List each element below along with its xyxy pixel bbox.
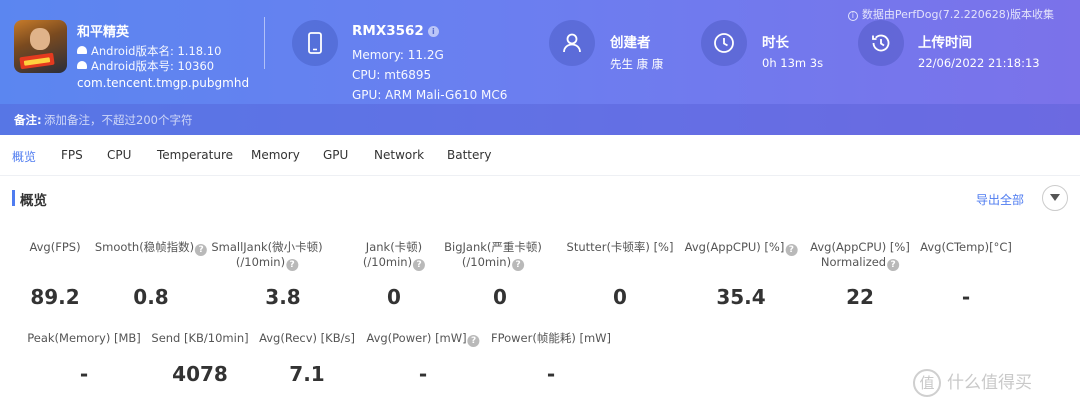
history-icon bbox=[858, 20, 904, 66]
metric-value: 0 bbox=[387, 285, 401, 309]
tab-network[interactable]: Network bbox=[374, 148, 424, 162]
metric-smooth: Smooth(稳帧指数)? bbox=[95, 240, 208, 256]
metric-value: 4078 bbox=[172, 362, 228, 386]
help-icon[interactable]: ? bbox=[512, 259, 525, 271]
help-icon[interactable]: ? bbox=[195, 244, 208, 256]
tab-bar: 概览 FPS CPU Temperature Memory GPU Networ… bbox=[0, 135, 1080, 176]
device-memory: Memory: 11.2G bbox=[352, 48, 444, 62]
metric-value: 7.1 bbox=[289, 362, 325, 386]
metric-value: 22 bbox=[846, 285, 874, 309]
metric-peak-memory: Peak(Memory) [MB] bbox=[27, 331, 141, 345]
app-logo bbox=[14, 20, 67, 73]
device-cpu: CPU: mt6895 bbox=[352, 68, 432, 82]
android-icon bbox=[77, 61, 87, 69]
help-icon[interactable]: ? bbox=[785, 244, 798, 256]
help-icon[interactable]: ? bbox=[887, 259, 900, 271]
metric-value: 0.8 bbox=[133, 285, 169, 309]
metric-avg-ctemp: Avg(CTemp)[°C] bbox=[920, 240, 1012, 254]
watermark-logo-icon: 值 bbox=[913, 369, 941, 397]
metric-value: - bbox=[546, 362, 556, 386]
app-version-code: Android版本号: 10360 bbox=[77, 58, 214, 74]
remark-input[interactable] bbox=[44, 111, 444, 129]
section-accent bbox=[12, 190, 15, 206]
metric-value: 3.8 bbox=[265, 285, 301, 309]
help-icon[interactable]: ? bbox=[413, 259, 426, 271]
tab-overview[interactable]: 概览 bbox=[12, 148, 36, 165]
device-gpu: GPU: ARM Mali-G610 MC6 bbox=[352, 88, 508, 102]
tab-memory[interactable]: Memory bbox=[251, 148, 300, 162]
help-icon[interactable]: ? bbox=[467, 335, 480, 347]
overview-title: 概览 bbox=[20, 193, 47, 209]
metric-avg-power: Avg(Power) [mW]? bbox=[366, 331, 480, 347]
tab-gpu[interactable]: GPU bbox=[323, 148, 348, 162]
device-info-icon[interactable]: i bbox=[427, 26, 439, 37]
duration-value: 0h 13m 3s bbox=[762, 56, 824, 70]
chevron-down-icon bbox=[1050, 194, 1060, 201]
metric-value: - bbox=[961, 285, 971, 309]
metric-value: 0 bbox=[493, 285, 507, 309]
header-divider bbox=[264, 17, 265, 69]
metric-avg-app-cpu-normalized: Avg(AppCPU) [%] Normalized? bbox=[810, 240, 910, 271]
tab-temperature[interactable]: Temperature bbox=[157, 148, 233, 162]
creator-value: 先生 康 康 bbox=[610, 57, 664, 71]
watermark: 值什么值得买 bbox=[913, 368, 1032, 397]
metric-fpower: FPower(帧能耗) [mW] bbox=[490, 331, 612, 345]
metric-avg-recv: Avg(Recv) [KB/s] bbox=[259, 331, 355, 345]
metric-value: 89.2 bbox=[30, 285, 80, 309]
metric-small-jank: SmallJank(微小卡顿) (/10min)? bbox=[211, 240, 323, 271]
export-all-link[interactable]: 导出全部 bbox=[976, 191, 1024, 208]
device-name: RMX3562 i bbox=[352, 23, 439, 39]
remark-label: 备注: bbox=[14, 113, 42, 127]
info-icon: i bbox=[847, 11, 858, 21]
app-package: com.tencent.tmgp.pubgmhd bbox=[77, 76, 250, 90]
phone-icon bbox=[292, 20, 338, 66]
metric-value: - bbox=[418, 362, 428, 386]
metric-stutter: Stutter(卡顿率) [%] bbox=[566, 240, 674, 254]
app-version-name: Android版本名: 1.18.10 bbox=[77, 43, 221, 59]
creator-label: 创建者 bbox=[610, 35, 651, 51]
duration-label: 时长 bbox=[762, 35, 789, 51]
help-icon[interactable]: ? bbox=[286, 259, 299, 271]
metric-avg-fps: Avg(FPS) bbox=[29, 240, 81, 254]
collapse-button[interactable] bbox=[1042, 185, 1068, 211]
clock-icon bbox=[701, 20, 747, 66]
upload-time-label: 上传时间 bbox=[918, 35, 972, 51]
metric-send: Send [KB/10min] bbox=[151, 331, 249, 345]
tab-cpu[interactable]: CPU bbox=[107, 148, 131, 162]
metric-value: 35.4 bbox=[716, 285, 766, 309]
metric-jank: Jank(卡顿) (/10min)? bbox=[363, 240, 426, 271]
metric-value: - bbox=[79, 362, 89, 386]
metric-avg-app-cpu: Avg(AppCPU) [%]? bbox=[685, 240, 798, 256]
user-icon bbox=[549, 20, 595, 66]
upload-time-value: 22/06/2022 21:18:13 bbox=[918, 56, 1040, 70]
report-header: i 数据由PerfDog(7.2.220628)版本收集 和平精英 Android… bbox=[0, 0, 1080, 135]
android-icon bbox=[77, 46, 87, 54]
tab-fps[interactable]: FPS bbox=[61, 148, 83, 162]
tab-battery[interactable]: Battery bbox=[447, 148, 491, 162]
app-name: 和平精英 bbox=[77, 25, 130, 40]
metric-big-jank: BigJank(严重卡顿) (/10min)? bbox=[444, 240, 542, 271]
metric-value: 0 bbox=[613, 285, 627, 309]
remark-bar: 备注: bbox=[0, 104, 1080, 135]
